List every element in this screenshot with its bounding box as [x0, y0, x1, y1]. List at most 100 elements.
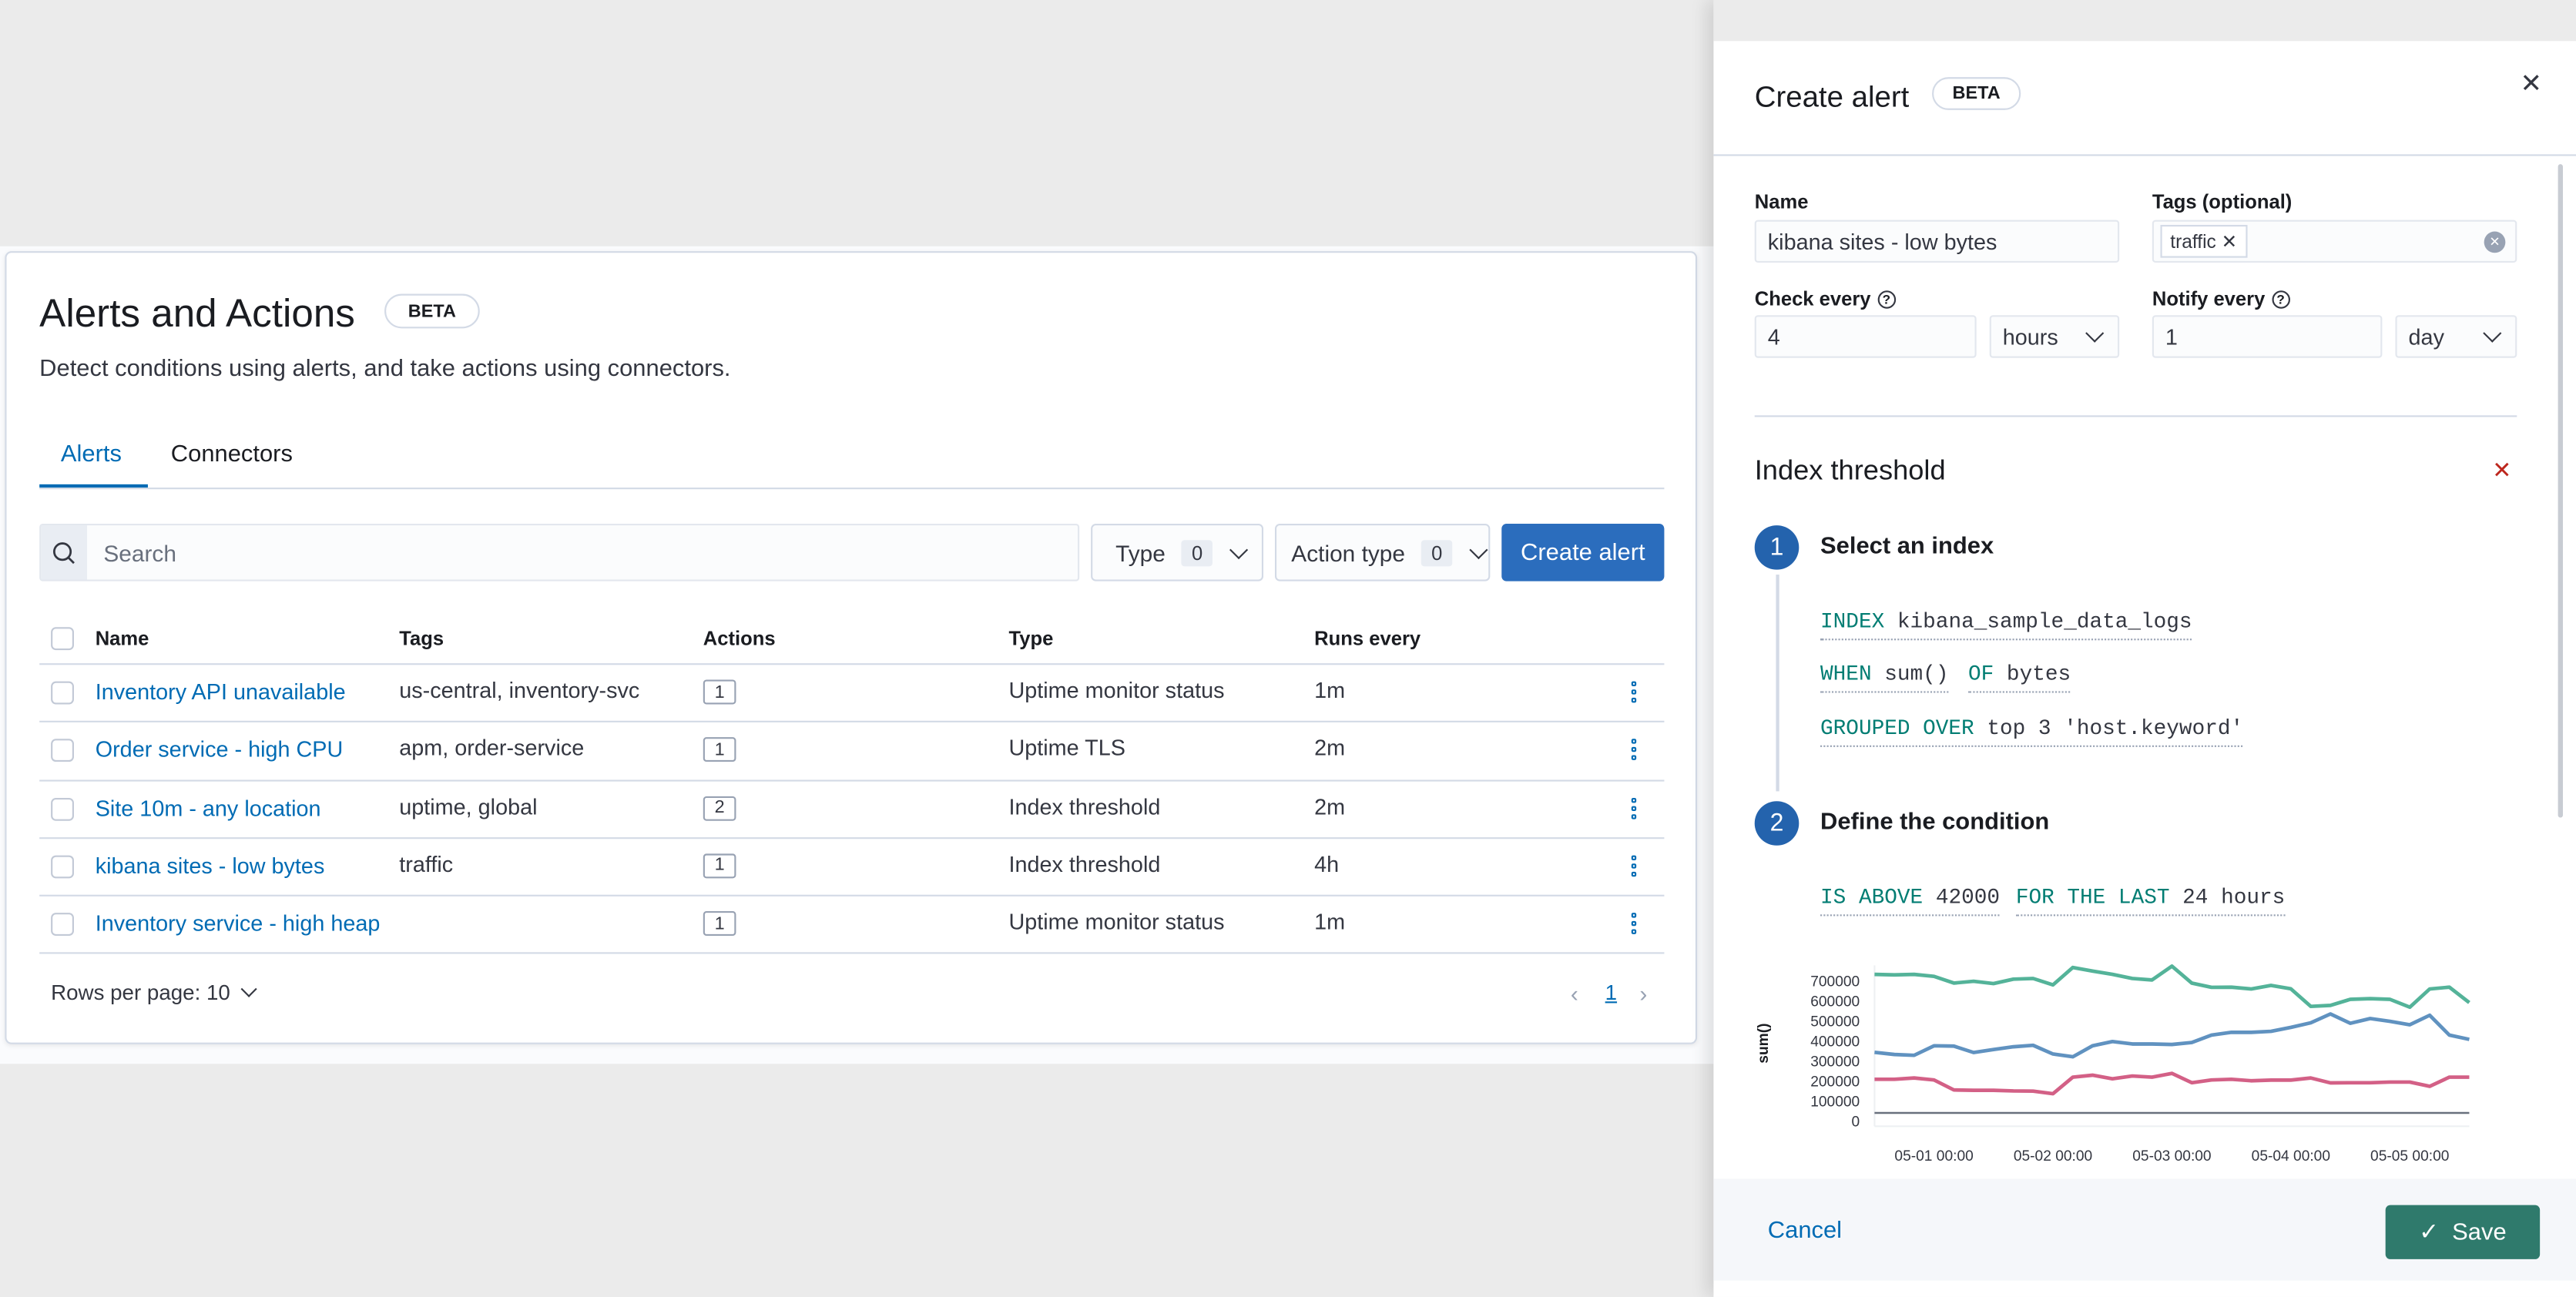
runs-every: 2m [1314, 793, 1346, 819]
grouped-over-expression[interactable]: GROUPED OVER top 3 'host.keyword' [1820, 716, 2244, 747]
alert-tags: apm, order-service [399, 736, 585, 761]
help-icon[interactable]: ? [2271, 290, 2290, 310]
row-actions-menu-icon[interactable] [1631, 739, 1639, 761]
select-all-checkbox[interactable] [51, 627, 74, 651]
actions-count: 2 [703, 795, 736, 820]
clear-icon[interactable]: ✕ [2484, 230, 2506, 253]
notify-every-unit-select[interactable]: day [2395, 315, 2517, 358]
step-1-title: Select an index [1820, 533, 1994, 560]
alert-name-link[interactable]: Order service - high CPU [96, 738, 344, 762]
y-tick-label: 300000 [1810, 1054, 1860, 1070]
type-filter-label: Type [1115, 539, 1166, 566]
type-filter[interactable]: Type 0 [1091, 523, 1264, 581]
check-unit-value: hours [2002, 323, 2058, 349]
alert-tags: uptime, global [399, 793, 538, 819]
save-label: Save [2452, 1218, 2507, 1245]
help-icon[interactable]: ? [1877, 290, 1896, 310]
column-header-name[interactable]: Name [96, 627, 149, 650]
y-tick-label: 400000 [1810, 1034, 1860, 1050]
row-checkbox[interactable] [51, 797, 74, 820]
tab-alerts[interactable]: Alerts [61, 441, 122, 468]
alert-name-link[interactable]: Inventory service - high heap [96, 911, 381, 936]
column-header-runs-every: Runs every [1314, 627, 1421, 651]
chevron-down-icon [2483, 323, 2502, 343]
scrollbar[interactable] [2558, 164, 2564, 818]
notify-unit-value: day [2408, 323, 2444, 349]
tags-label: Tags (optional) [2152, 190, 2293, 214]
name-label: Name [1754, 190, 1809, 214]
name-input[interactable]: kibana sites - low bytes [1754, 220, 2120, 263]
flyout-top-band [1713, 0, 2576, 42]
of-expression[interactable]: OF bytes [1967, 662, 2071, 693]
check-every-unit-select[interactable]: hours [1989, 315, 2120, 358]
y-tick-label: 600000 [1810, 994, 1860, 1010]
row-divider [39, 721, 1665, 723]
notify-every-label: Notify every? [2152, 287, 2290, 310]
alert-type: Uptime monitor status [1008, 910, 1225, 935]
tags-combobox[interactable]: traffic ✕ ✕ [2152, 220, 2517, 263]
row-checkbox[interactable] [51, 913, 74, 937]
row-checkbox[interactable] [51, 739, 74, 762]
row-actions-menu-icon[interactable] [1631, 913, 1639, 935]
row-checkbox[interactable] [51, 855, 74, 879]
y-axis-label: sum() [1756, 1024, 1772, 1064]
step-2-title: Define the condition [1820, 809, 2050, 836]
alert-tags: us-central, inventory-svc [399, 678, 640, 703]
runs-every: 4h [1314, 852, 1340, 877]
alert-name-link[interactable]: Site 10m - any location [96, 796, 321, 820]
search-input[interactable]: Search [39, 523, 1080, 581]
row-actions-menu-icon[interactable] [1631, 681, 1639, 703]
threshold-expression[interactable]: IS ABOVE 42000 [1820, 885, 2001, 917]
tag-label: traffic [2170, 233, 2216, 253]
notify-every-input[interactable]: 1 [2152, 315, 2383, 358]
y-tick-label: 700000 [1810, 974, 1860, 990]
alert-name-link[interactable]: kibana sites - low bytes [96, 853, 325, 878]
actions-count: 1 [703, 737, 736, 762]
threshold-preview-chart: 0 100000 200000 300000 400000 500000 600000 700… [1756, 964, 2470, 1165]
row-actions-menu-icon[interactable] [1631, 855, 1639, 877]
type-filter-count: 0 [1182, 539, 1213, 566]
step-1-number: 1 [1754, 525, 1800, 570]
close-icon[interactable]: ✕ [2521, 67, 2543, 100]
time-window-expression[interactable]: FOR THE LAST 24 hours [2015, 885, 2286, 917]
page-1-button[interactable]: 1 [1605, 980, 1617, 1005]
actions-count: 1 [703, 911, 736, 937]
runs-every: 1m [1314, 678, 1346, 703]
check-icon: ✓ [2419, 1218, 2440, 1245]
beta-badge: BETA [384, 293, 480, 329]
column-header-tags: Tags [399, 627, 444, 651]
action-type-filter[interactable]: Action type 0 [1274, 523, 1491, 581]
step-2-number: 2 [1754, 801, 1800, 846]
when-expression[interactable]: WHEN sum() [1820, 662, 1949, 693]
previous-page-button[interactable]: ‹ [1571, 980, 1578, 1007]
save-button[interactable]: ✓ Save [2385, 1205, 2541, 1259]
row-actions-menu-icon[interactable] [1631, 797, 1639, 819]
check-every-input[interactable]: 4 [1754, 315, 1977, 358]
index-expression[interactable]: INDEX kibana_sample_data_logs [1820, 609, 2192, 641]
rows-per-page-label: Rows per page: 10 [51, 980, 230, 1005]
x-tick-label: 05-01 00:00 [1894, 1148, 1973, 1165]
y-tick-label: 0 [1852, 1114, 1860, 1130]
alert-tags: traffic [399, 852, 454, 877]
x-tick-label: 05-02 00:00 [2014, 1148, 2092, 1165]
remove-tag-icon[interactable]: ✕ [2222, 233, 2238, 253]
beta-badge: BETA [1932, 77, 2021, 110]
cancel-button[interactable]: Cancel [1768, 1218, 1842, 1245]
row-checkbox[interactable] [51, 681, 74, 705]
tab-connectors[interactable]: Connectors [171, 441, 293, 468]
y-tick-label: 100000 [1810, 1094, 1860, 1110]
y-tick-label: 200000 [1810, 1074, 1860, 1090]
create-alert-button[interactable]: Create alert [1501, 523, 1665, 581]
alert-name-link[interactable]: Inventory API unavailable [96, 679, 346, 704]
alert-type: Index threshold [1008, 793, 1161, 819]
check-every-label: Check every? [1755, 287, 1896, 310]
header-divider [1713, 154, 2576, 156]
alert-type: Uptime monitor status [1008, 678, 1225, 703]
rows-per-page-button[interactable]: Rows per page: 10 [51, 980, 257, 1005]
row-divider [39, 952, 1665, 954]
next-page-button[interactable]: › [1639, 980, 1647, 1007]
remove-alert-type-icon[interactable]: ✕ [2492, 457, 2511, 484]
y-tick-label: 500000 [1810, 1014, 1860, 1030]
x-tick-label: 05-04 00:00 [2252, 1148, 2330, 1165]
tag-chip: traffic ✕ [2160, 225, 2248, 258]
